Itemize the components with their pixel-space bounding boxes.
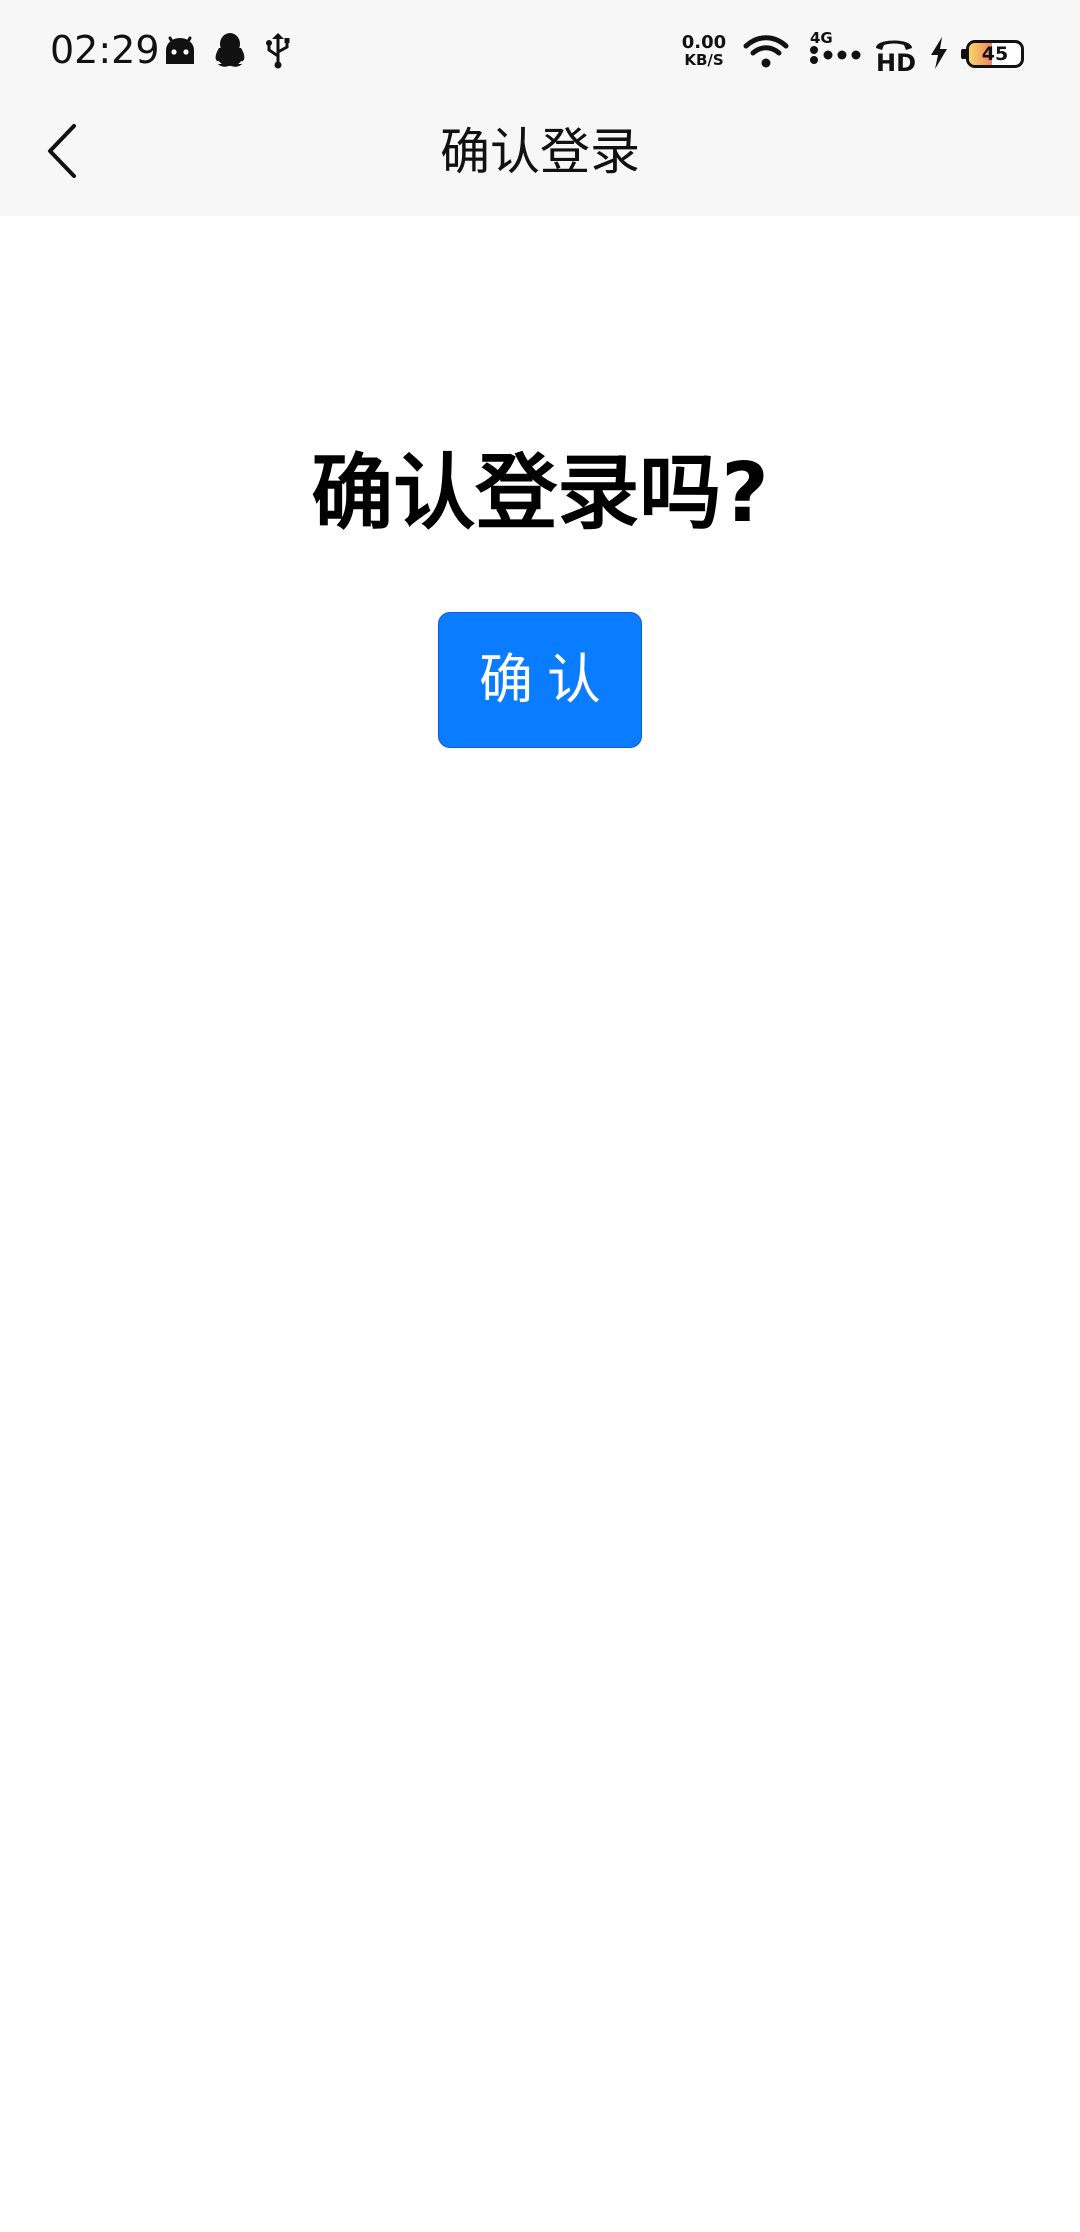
qq-icon [215,33,245,67]
volte-hd-icon: HD [872,34,916,76]
usb-icon [266,33,290,69]
status-time: 02:29 [50,28,160,72]
page-title: 确认登录 [440,123,640,181]
status-bar: 02:29 0.00 KB/S 4G HD 45 [0,0,1080,100]
call-quality-label: HD [876,49,917,77]
charging-icon [931,37,947,69]
login-confirm-screen: 02:29 0.00 KB/S 4G HD 45 确认登录 确认登录吗? 确认 [0,0,1080,2232]
confirm-button[interactable]: 确认 [438,612,642,748]
net-speed-indicator: 0.00 KB/S [678,32,730,69]
android-icon [166,36,194,64]
battery-level: 45 [981,43,1009,65]
title-bar: 确认登录 [0,100,1080,216]
net-speed-value: 0.00 [681,32,727,53]
confirm-login-heading: 确认登录吗? [311,446,769,541]
net-speed-unit: KB/S [684,51,724,69]
wifi-icon [743,35,789,68]
signal-icon: 4G [808,30,864,70]
signal-dots-icon [810,46,861,64]
battery-icon: 45 [966,40,1024,68]
